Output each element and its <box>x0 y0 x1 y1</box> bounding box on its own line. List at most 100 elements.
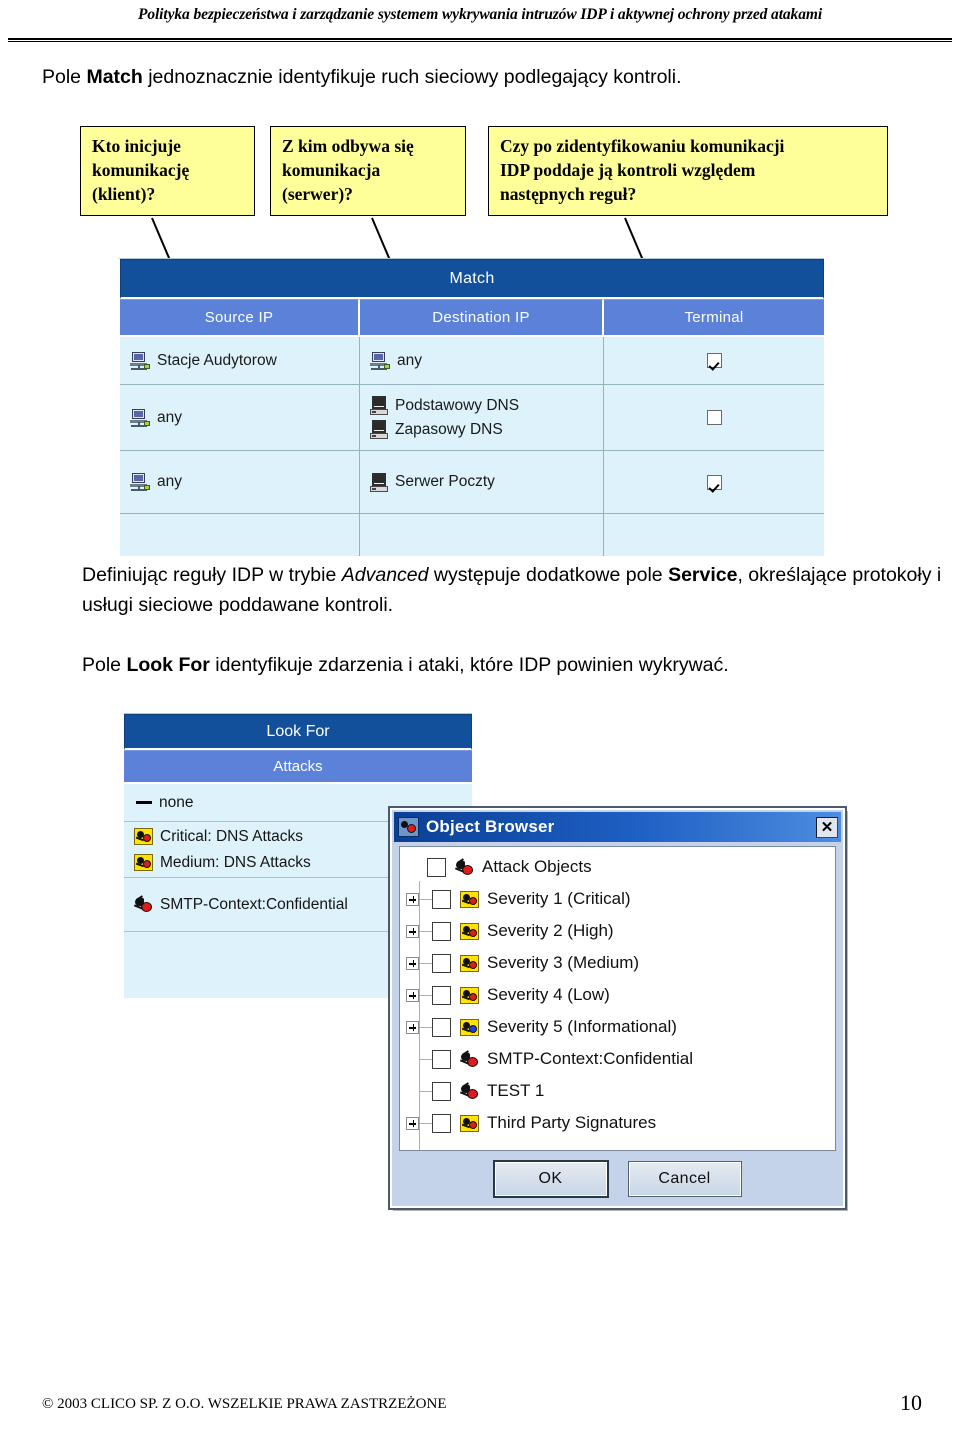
tree-checkbox[interactable] <box>427 857 446 877</box>
tree-checkbox[interactable] <box>432 921 451 941</box>
table-row[interactable]: any Serwer Poczty <box>120 451 824 514</box>
tree-checkbox[interactable] <box>432 1113 451 1133</box>
severity-icon <box>460 890 479 908</box>
tree-connector <box>419 962 432 964</box>
tree-item-severity-4[interactable]: Severity 4 (Low) <box>400 979 835 1011</box>
p3-prefix: Pole <box>82 654 127 676</box>
tree-connector <box>419 994 432 996</box>
match-table-screenshot: Match Source IP Destination IP Terminal … <box>118 258 824 556</box>
tree-checkbox[interactable] <box>432 1049 451 1069</box>
severity-icon <box>460 922 479 940</box>
tree-item-attack-objects[interactable]: Attack Objects <box>400 851 835 883</box>
match-cell-destination[interactable]: any <box>360 337 604 384</box>
close-icon[interactable]: ✕ <box>816 816 838 838</box>
table-row[interactable]: any Podstawowy DNS Zapasowy DNS <box>120 385 824 451</box>
dialog-title-bar[interactable]: Object Browser ✕ <box>394 812 841 842</box>
match-cell-terminal[interactable] <box>604 337 824 384</box>
paragraph-advanced-service: Definiując reguły IDP w trybie Advanced … <box>82 560 954 620</box>
match-cell-source[interactable]: any <box>120 451 360 513</box>
attack-objects-tree[interactable]: Attack Objects Severity 1 (Critical) Sev… <box>399 846 836 1151</box>
paragraph-look-for: Pole Look For identyfikuje zdarzenia i a… <box>82 650 954 680</box>
table-row[interactable]: Stacje Audytorow any <box>120 337 824 385</box>
attack-icon <box>459 1049 479 1068</box>
match-source-label: any <box>157 473 182 490</box>
look-for-item-label: SMTP-Context:Confidential <box>160 895 348 913</box>
match-destination-label: Serwer Poczty <box>395 473 495 490</box>
network-icon <box>370 351 390 370</box>
ok-button[interactable]: OK <box>492 1160 609 1198</box>
expand-icon[interactable] <box>406 892 419 906</box>
tree-connector <box>419 1122 432 1124</box>
tree-item-label: TEST 1 <box>487 1081 545 1100</box>
tree-checkbox[interactable] <box>432 1081 451 1101</box>
look-for-subtitle-attacks[interactable]: Attacks <box>124 750 472 784</box>
tree-item-severity-5[interactable]: Severity 5 (Informational) <box>400 1011 835 1043</box>
tree-item-severity-1[interactable]: Severity 1 (Critical) <box>400 883 835 915</box>
tree-item-severity-3[interactable]: Severity 3 (Medium) <box>400 947 835 979</box>
severity-icon <box>460 954 479 972</box>
tree-item-third-party-signatures[interactable]: Third Party Signatures <box>400 1107 835 1139</box>
severity-icon <box>460 1114 479 1132</box>
match-cell-source[interactable]: Stacje Audytorow <box>120 337 360 384</box>
tree-connector <box>419 1058 432 1060</box>
tree-checkbox[interactable] <box>432 889 451 909</box>
match-cell-terminal[interactable] <box>604 385 824 450</box>
expand-icon[interactable] <box>406 924 419 938</box>
tree-item-smtp-context[interactable]: SMTP-Context:Confidential <box>400 1043 835 1075</box>
tree-checkbox[interactable] <box>432 1017 451 1037</box>
p2-a: Definiując reguły IDP w trybie <box>82 564 342 586</box>
p2-b: występuje dodatkowe pole <box>428 564 669 586</box>
match-cell-terminal-empty[interactable] <box>604 514 824 556</box>
network-icon <box>130 351 150 370</box>
match-cell-destination-empty[interactable] <box>360 514 604 556</box>
tree-item-test-1[interactable]: TEST 1 <box>400 1075 835 1107</box>
tree-item-label: Severity 1 (Critical) <box>487 889 631 908</box>
attack-objects-icon <box>398 817 419 837</box>
match-source-label: any <box>157 408 182 426</box>
match-table-title: Match <box>120 259 824 299</box>
tree-checkbox[interactable] <box>432 953 451 973</box>
dialog-button-bar: OK Cancel <box>392 1160 843 1198</box>
server-icon <box>370 472 388 492</box>
tree-connector <box>419 898 432 900</box>
look-for-item-label: none <box>159 793 194 811</box>
table-row-empty[interactable] <box>120 514 824 556</box>
tree-item-label: SMTP-Context:Confidential <box>487 1049 693 1068</box>
look-for-item-label: Medium: DNS Attacks <box>160 853 311 871</box>
match-column-destination-ip[interactable]: Destination IP <box>360 299 604 335</box>
look-for-title: Look For <box>124 714 472 750</box>
match-cell-destination[interactable]: Podstawowy DNS Zapasowy DNS <box>360 385 604 450</box>
attack-icon <box>459 1081 479 1100</box>
terminal-checkbox-checked[interactable] <box>706 474 722 490</box>
expand-icon[interactable] <box>406 956 419 970</box>
cancel-button[interactable]: Cancel <box>627 1161 742 1197</box>
network-icon <box>130 473 150 491</box>
tree-item-label: Severity 4 (Low) <box>487 985 610 1004</box>
tree-connector <box>419 930 432 932</box>
attack-objects-icon <box>454 857 474 876</box>
expand-icon[interactable] <box>406 988 419 1002</box>
match-column-source-ip[interactable]: Source IP <box>120 299 360 335</box>
match-cell-destination[interactable]: Serwer Poczty <box>360 451 604 513</box>
tree-checkbox[interactable] <box>432 985 451 1005</box>
severity-icon <box>460 986 479 1004</box>
match-column-terminal[interactable]: Terminal <box>604 299 824 335</box>
terminal-checkbox-unchecked[interactable] <box>706 410 722 425</box>
expand-icon[interactable] <box>406 1116 419 1130</box>
match-cell-terminal[interactable] <box>604 451 824 513</box>
match-cell-source[interactable]: any <box>120 385 360 450</box>
match-destination-label: Podstawowy DNS <box>395 396 520 414</box>
match-cell-source-empty[interactable] <box>120 514 360 556</box>
object-browser-dialog: Object Browser ✕ Attack Objects Severity… <box>388 806 847 1210</box>
tree-item-label: Attack Objects <box>482 857 592 876</box>
expand-icon[interactable] <box>406 1020 419 1034</box>
page-number: 10 <box>900 1390 922 1415</box>
severity-icon <box>134 828 153 845</box>
match-table-header-row: Source IP Destination IP Terminal <box>120 299 824 337</box>
tree-connector <box>419 1026 432 1028</box>
tree-item-severity-2[interactable]: Severity 2 (High) <box>400 915 835 947</box>
attack-icon <box>133 895 153 913</box>
look-for-item-label: Critical: DNS Attacks <box>160 827 303 845</box>
terminal-checkbox-checked[interactable] <box>706 353 722 368</box>
dialog-title: Object Browser <box>426 817 555 836</box>
